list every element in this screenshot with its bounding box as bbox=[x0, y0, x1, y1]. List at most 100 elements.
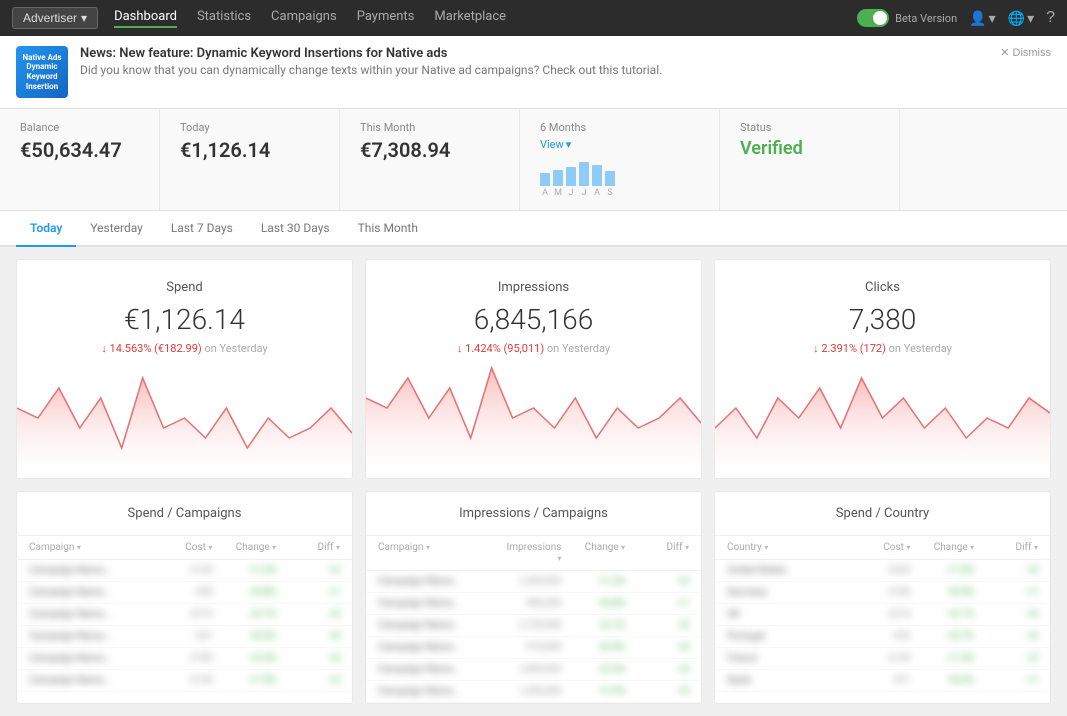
globe-icon: 🌐 bbox=[1008, 10, 1025, 27]
user-chevron-icon: ▾ bbox=[989, 10, 996, 27]
cell-change: +0.5% bbox=[565, 642, 625, 653]
today-label: Today bbox=[180, 121, 319, 134]
col-header-diff[interactable]: Diff ▾ bbox=[280, 542, 340, 553]
cell-campaign: Portugal bbox=[727, 631, 847, 642]
cell-cost: €420 bbox=[851, 565, 911, 576]
tab-yesterday[interactable]: Yesterday bbox=[76, 211, 157, 247]
table-cards: Spend / Campaigns Campaign ▾ Cost ▾ Chan… bbox=[16, 491, 1051, 704]
news-title: News: New feature: Dynamic Keyword Inser… bbox=[80, 46, 1051, 61]
table-card-2: Spend / Country Country ▾ Cost ▾ Change … bbox=[714, 491, 1051, 704]
tab-today[interactable]: Today bbox=[16, 211, 76, 247]
col-header-diff[interactable]: Diff ▾ bbox=[978, 542, 1038, 553]
nav-marketplace[interactable]: Marketplace bbox=[434, 9, 506, 28]
cell-campaign: Campaign Name... bbox=[378, 642, 498, 653]
help-button[interactable]: ? bbox=[1046, 9, 1055, 27]
col-header-cost[interactable]: Cost ▾ bbox=[153, 542, 213, 553]
table-row: Campaign Name... €120 +1.2% +2 bbox=[17, 560, 352, 582]
cell-change: +0.5% bbox=[216, 631, 276, 642]
bar-0 bbox=[540, 173, 550, 187]
dismiss-button[interactable]: ✕ Dismiss bbox=[1000, 46, 1051, 59]
table-card-1: Impressions / Campaigns Campaign ▾ Impre… bbox=[365, 491, 702, 704]
table-row: UK €210 +2.1% +4 bbox=[715, 604, 1050, 626]
table-row: Campaign Name... 1,800,000 +2.2% +3 bbox=[366, 659, 701, 681]
sparkline bbox=[366, 358, 701, 478]
tab-last-30-days[interactable]: Last 30 Days bbox=[247, 211, 344, 247]
view-link[interactable]: View ▾ bbox=[540, 138, 699, 151]
cell-diff: +2 bbox=[978, 653, 1038, 664]
cell-cost: 1,450,000 bbox=[502, 686, 562, 697]
cell-campaign: Campaign Name... bbox=[29, 631, 149, 642]
col-header-campaign[interactable]: Campaign ▾ bbox=[29, 542, 149, 553]
bar-2 bbox=[566, 167, 576, 187]
nav-payments[interactable]: Payments bbox=[357, 9, 415, 28]
metric-change: ↓ 14.563% (€182.99) on Yesterday bbox=[37, 342, 332, 355]
view-chevron-icon: ▾ bbox=[566, 138, 572, 151]
cell-campaign: Campaign Name... bbox=[378, 686, 498, 697]
view-label: View bbox=[540, 138, 564, 151]
chart-label: A bbox=[592, 188, 602, 198]
cell-change: +2.2% bbox=[216, 653, 276, 664]
user-icon: 👤 bbox=[969, 10, 986, 27]
tab-last-7-days[interactable]: Last 7 Days bbox=[157, 211, 247, 247]
cell-change: +3.1% bbox=[565, 620, 625, 631]
bar-3 bbox=[579, 162, 589, 186]
nav-right: Beta Version 👤 ▾ 🌐 ▾ ? bbox=[857, 9, 1055, 27]
cell-campaign: Campaign Name... bbox=[378, 664, 498, 675]
metric-value: 6,845,166 bbox=[386, 303, 681, 336]
cell-diff: +1 bbox=[629, 598, 689, 609]
metric-card-1: Impressions 6,845,166 ↓ 1.424% (95,011) … bbox=[365, 259, 702, 479]
cell-campaign: Campaign Name... bbox=[29, 565, 149, 576]
cell-change: +3.1% bbox=[216, 609, 276, 620]
cell-cost: €180 bbox=[851, 587, 911, 598]
table-row: Germany €180 +0.9% +1 bbox=[715, 582, 1050, 604]
cell-change: +2.2% bbox=[565, 664, 625, 675]
cell-campaign: Campaign Name... bbox=[378, 598, 498, 609]
cell-change: +0.6% bbox=[914, 675, 974, 686]
advertiser-button[interactable]: Advertiser ▾ bbox=[12, 7, 98, 29]
col-header-campaign[interactable]: Campaign ▾ bbox=[378, 542, 498, 564]
cell-campaign: UK bbox=[727, 609, 847, 620]
news-icon-text: Native AdsDynamic KeywordInsertion bbox=[20, 53, 64, 91]
col-header-change[interactable]: Change ▾ bbox=[216, 542, 276, 553]
cell-cost: €67 bbox=[153, 631, 213, 642]
cell-change: +1.2% bbox=[565, 576, 625, 587]
col-header-cost[interactable]: Impressions ▾ bbox=[502, 542, 562, 564]
col-header-change[interactable]: Change ▾ bbox=[914, 542, 974, 553]
language-menu-button[interactable]: 🌐 ▾ bbox=[1008, 10, 1034, 27]
table-row: Campaign Name... €180 +2.2% +3 bbox=[17, 648, 352, 670]
col-header-diff[interactable]: Diff ▾ bbox=[629, 542, 689, 564]
metric-change: ↓ 1.424% (95,011) on Yesterday bbox=[386, 342, 681, 355]
cell-cost: 1,200,000 bbox=[502, 576, 562, 587]
chart-label: J bbox=[566, 188, 576, 198]
chart-labels: AMJJAS bbox=[540, 188, 699, 198]
nav-campaigns[interactable]: Campaigns bbox=[271, 9, 337, 28]
beta-toggle-switch[interactable] bbox=[857, 9, 889, 27]
top-nav: Advertiser ▾ Dashboard Statistics Campai… bbox=[0, 0, 1067, 36]
balance-value: €50,634.47 bbox=[20, 138, 139, 162]
table-header: Country ▾ Cost ▾ Change ▾ Diff ▾ bbox=[715, 536, 1050, 560]
metric-cards: Spend €1,126.14 ↓ 14.563% (€182.99) on Y… bbox=[16, 259, 1051, 479]
user-menu-button[interactable]: 👤 ▾ bbox=[969, 10, 995, 27]
nav-dashboard[interactable]: Dashboard bbox=[114, 9, 177, 28]
col-header-campaign[interactable]: Country ▾ bbox=[727, 542, 847, 553]
cell-change: +2.1% bbox=[914, 609, 974, 620]
col-header-change[interactable]: Change ▾ bbox=[565, 542, 625, 564]
cell-diff: +1 bbox=[978, 587, 1038, 598]
cell-cost: €215 bbox=[153, 609, 213, 620]
cell-diff: +0 bbox=[629, 642, 689, 653]
cell-campaign: Campaign Name... bbox=[29, 609, 149, 620]
cell-cost: €95 bbox=[851, 631, 911, 642]
dismiss-icon: ✕ bbox=[1000, 46, 1009, 59]
cell-cost: €210 bbox=[851, 609, 911, 620]
change-suffix: on Yesterday bbox=[547, 342, 610, 355]
cell-diff: +3 bbox=[280, 653, 340, 664]
nav-statistics[interactable]: Statistics bbox=[197, 9, 251, 28]
cell-change: +1.9% bbox=[565, 686, 625, 697]
cell-diff: +0 bbox=[978, 631, 1038, 642]
help-icon: ? bbox=[1046, 9, 1055, 27]
table-row: Campaign Name... 1,200,000 +1.2% +2 bbox=[366, 571, 701, 593]
sparkline bbox=[715, 358, 1050, 478]
col-header-cost[interactable]: Cost ▾ bbox=[851, 542, 911, 553]
tab-this-month[interactable]: This Month bbox=[344, 211, 432, 247]
metric-title: Spend bbox=[37, 280, 332, 295]
